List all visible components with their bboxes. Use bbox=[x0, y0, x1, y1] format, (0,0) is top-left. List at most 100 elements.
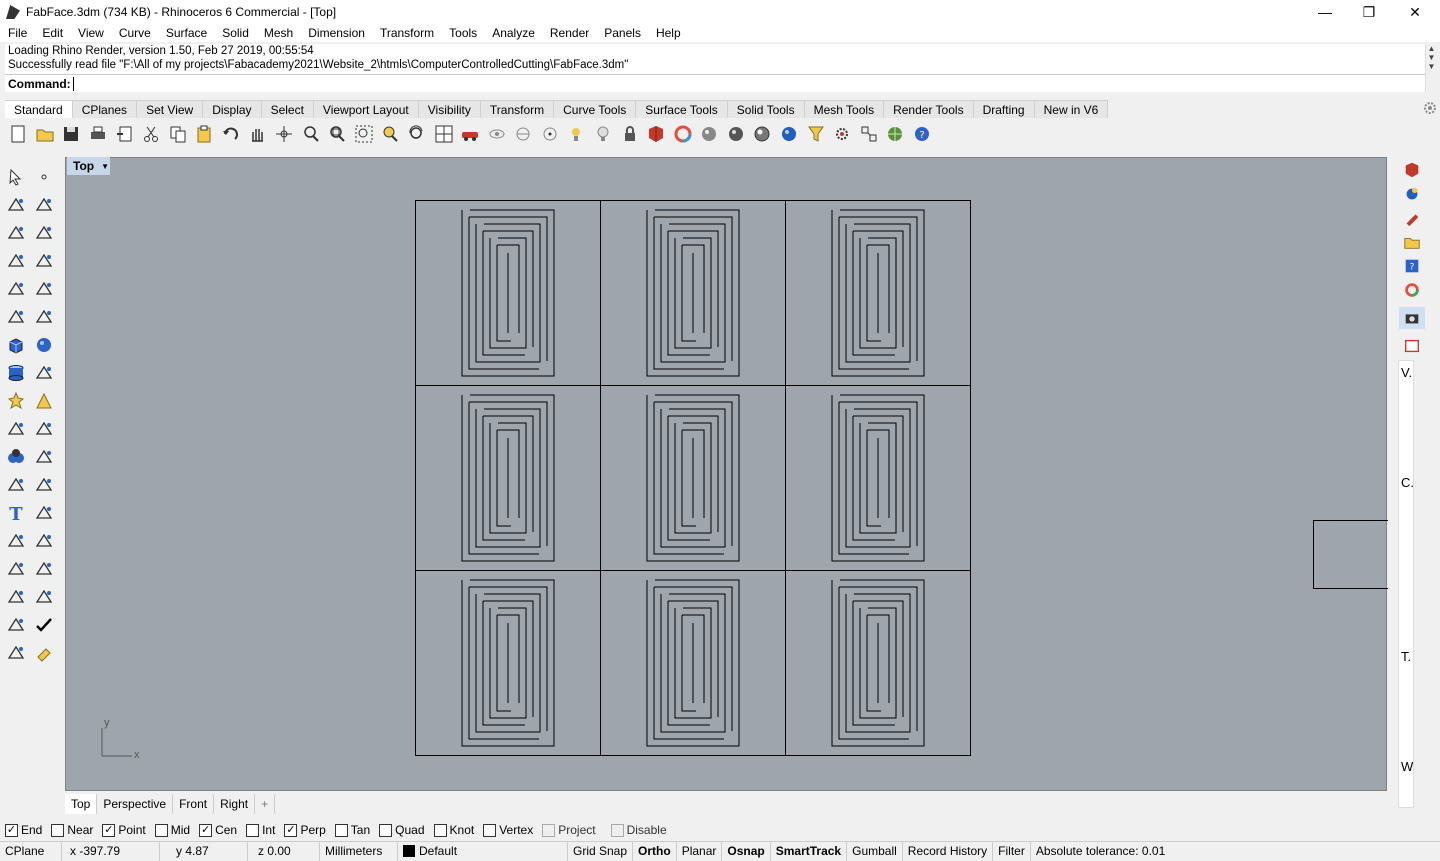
tab-select[interactable]: Select bbox=[261, 100, 314, 118]
command-history[interactable]: Loading Rhino Render, version 1.50, Feb … bbox=[5, 44, 1425, 74]
box-icon[interactable] bbox=[2, 331, 30, 359]
view-tab-right[interactable]: Right bbox=[214, 794, 256, 814]
menu-view[interactable]: View bbox=[70, 26, 111, 40]
menu-render[interactable]: Render bbox=[542, 26, 596, 40]
close-button[interactable]: ✕ bbox=[1392, 0, 1438, 24]
snap-grid2-icon[interactable] bbox=[856, 120, 883, 148]
render-sphere-icon[interactable] bbox=[723, 120, 750, 148]
zoom-selected-icon[interactable] bbox=[377, 120, 404, 148]
osnap-checkbox[interactable]: ✓ bbox=[102, 823, 116, 837]
viewport-title[interactable]: Top ▼ bbox=[67, 157, 111, 175]
named-views-icon[interactable] bbox=[1399, 307, 1425, 329]
tab-mesh-tools[interactable]: Mesh Tools bbox=[804, 100, 885, 118]
zoom-dynamic-icon[interactable] bbox=[297, 120, 324, 148]
osnap-tan[interactable]: Tan bbox=[334, 823, 370, 837]
menu-transform[interactable]: Transform bbox=[372, 26, 441, 40]
new-icon[interactable] bbox=[5, 120, 32, 148]
pan-hand-icon[interactable] bbox=[244, 120, 271, 148]
osnap-checkbox[interactable] bbox=[334, 823, 348, 837]
menu-file[interactable]: File bbox=[0, 26, 34, 40]
circle-icon[interactable] bbox=[2, 219, 30, 247]
lock-icon[interactable] bbox=[616, 120, 643, 148]
select-arrow-icon[interactable] bbox=[2, 163, 30, 191]
point-icon[interactable] bbox=[30, 163, 58, 191]
units-label[interactable]: Millimeters bbox=[320, 841, 398, 861]
osnap-perp[interactable]: ✓ Perp bbox=[284, 823, 326, 837]
sphere-icon[interactable] bbox=[30, 331, 58, 359]
osnap-toggle[interactable]: Osnap bbox=[722, 841, 771, 861]
osnap-quad[interactable]: Quad bbox=[379, 823, 425, 837]
block-icon[interactable] bbox=[2, 555, 30, 583]
cylinder-icon[interactable] bbox=[2, 359, 30, 387]
join-icon[interactable] bbox=[30, 387, 58, 415]
align-icon[interactable] bbox=[30, 583, 58, 611]
osnap-int[interactable]: Int bbox=[246, 823, 275, 837]
rectangle-icon[interactable] bbox=[30, 247, 58, 275]
group-icon[interactable] bbox=[2, 527, 30, 555]
osnap-checkbox[interactable]: ✓ bbox=[284, 823, 298, 837]
command-input[interactable] bbox=[72, 77, 74, 91]
color-wheel-icon[interactable] bbox=[669, 120, 696, 148]
menu-edit[interactable]: Edit bbox=[34, 26, 70, 40]
save-icon[interactable] bbox=[58, 120, 85, 148]
tab-curve-tools[interactable]: Curve Tools bbox=[554, 100, 637, 118]
paste-icon[interactable] bbox=[191, 120, 218, 148]
polyline-icon[interactable] bbox=[2, 191, 30, 219]
osnap-checkbox[interactable] bbox=[483, 823, 497, 837]
properties-panel-icon[interactable] bbox=[1399, 183, 1425, 205]
analyze-icon[interactable] bbox=[2, 611, 30, 639]
polygon-icon[interactable] bbox=[2, 275, 30, 303]
bulb-icon[interactable] bbox=[590, 120, 617, 148]
tab-display[interactable]: Display bbox=[203, 100, 262, 118]
filter-button[interactable]: Filter bbox=[993, 841, 1031, 861]
layers-panel-icon[interactable] bbox=[1399, 159, 1425, 181]
menu-curve[interactable]: Curve bbox=[111, 26, 158, 40]
show-icon[interactable] bbox=[510, 120, 537, 148]
tab-transform[interactable]: Transform bbox=[480, 100, 555, 118]
view-tab-perspective[interactable]: Perspective bbox=[97, 794, 174, 814]
add-view-tab-button[interactable]: + bbox=[255, 794, 276, 814]
osnap-knot[interactable]: Knot bbox=[433, 823, 474, 837]
array-icon[interactable] bbox=[2, 583, 30, 611]
light-icon[interactable] bbox=[563, 120, 590, 148]
tab-render-tools[interactable]: Render Tools bbox=[884, 100, 974, 118]
osnap-point[interactable]: ✓ Point bbox=[102, 823, 146, 837]
four-viewports-icon[interactable] bbox=[430, 120, 457, 148]
viewport-panel-icon[interactable] bbox=[1399, 335, 1425, 357]
material-sphere-icon[interactable] bbox=[696, 120, 723, 148]
menu-mesh[interactable]: Mesh bbox=[256, 26, 300, 40]
tab-surface-tools[interactable]: Surface Tools bbox=[636, 100, 728, 118]
tab-new-in-v6[interactable]: New in V6 bbox=[1034, 100, 1109, 118]
tab-cplanes[interactable]: CPlanes bbox=[72, 100, 138, 118]
globe-icon[interactable] bbox=[882, 120, 909, 148]
osnap-checkbox[interactable]: ✓ bbox=[199, 823, 213, 837]
settings-gear-icon[interactable] bbox=[829, 120, 856, 148]
minimize-button[interactable]: — bbox=[1302, 0, 1348, 24]
car-icon[interactable] bbox=[457, 120, 484, 148]
scale-icon[interactable] bbox=[30, 499, 58, 527]
text-icon[interactable]: T bbox=[2, 499, 30, 527]
grid-snap-toggle[interactable]: Grid Snap bbox=[568, 841, 634, 861]
osnap-vertex[interactable]: Vertex bbox=[483, 823, 533, 837]
osnap-end[interactable]: ✓ End bbox=[5, 823, 42, 837]
viewport-label[interactable]: Top bbox=[67, 157, 101, 175]
planar-toggle[interactable]: Planar bbox=[677, 841, 723, 861]
osnap-checkbox[interactable] bbox=[610, 823, 624, 837]
tab-standard[interactable]: Standard bbox=[5, 100, 73, 118]
copy-icon[interactable] bbox=[164, 120, 191, 148]
layer-selector[interactable]: Default bbox=[398, 841, 568, 861]
surface-edge-icon[interactable] bbox=[30, 303, 58, 331]
undo-icon[interactable] bbox=[218, 120, 245, 148]
blue-sphere-icon[interactable] bbox=[776, 120, 803, 148]
chamfer-icon[interactable] bbox=[30, 471, 58, 499]
maximize-button[interactable]: ❐ bbox=[1346, 0, 1392, 24]
cut-icon[interactable] bbox=[138, 120, 165, 148]
rotate-camera-icon[interactable] bbox=[404, 120, 431, 148]
ellipse-icon[interactable] bbox=[30, 219, 58, 247]
paint-icon[interactable] bbox=[30, 639, 58, 667]
filter-icon[interactable] bbox=[802, 120, 829, 148]
mesh-plane-icon[interactable] bbox=[30, 359, 58, 387]
command-line[interactable]: Command: bbox=[5, 74, 1425, 92]
layer-icon[interactable] bbox=[643, 120, 670, 148]
split-icon[interactable] bbox=[30, 415, 58, 443]
